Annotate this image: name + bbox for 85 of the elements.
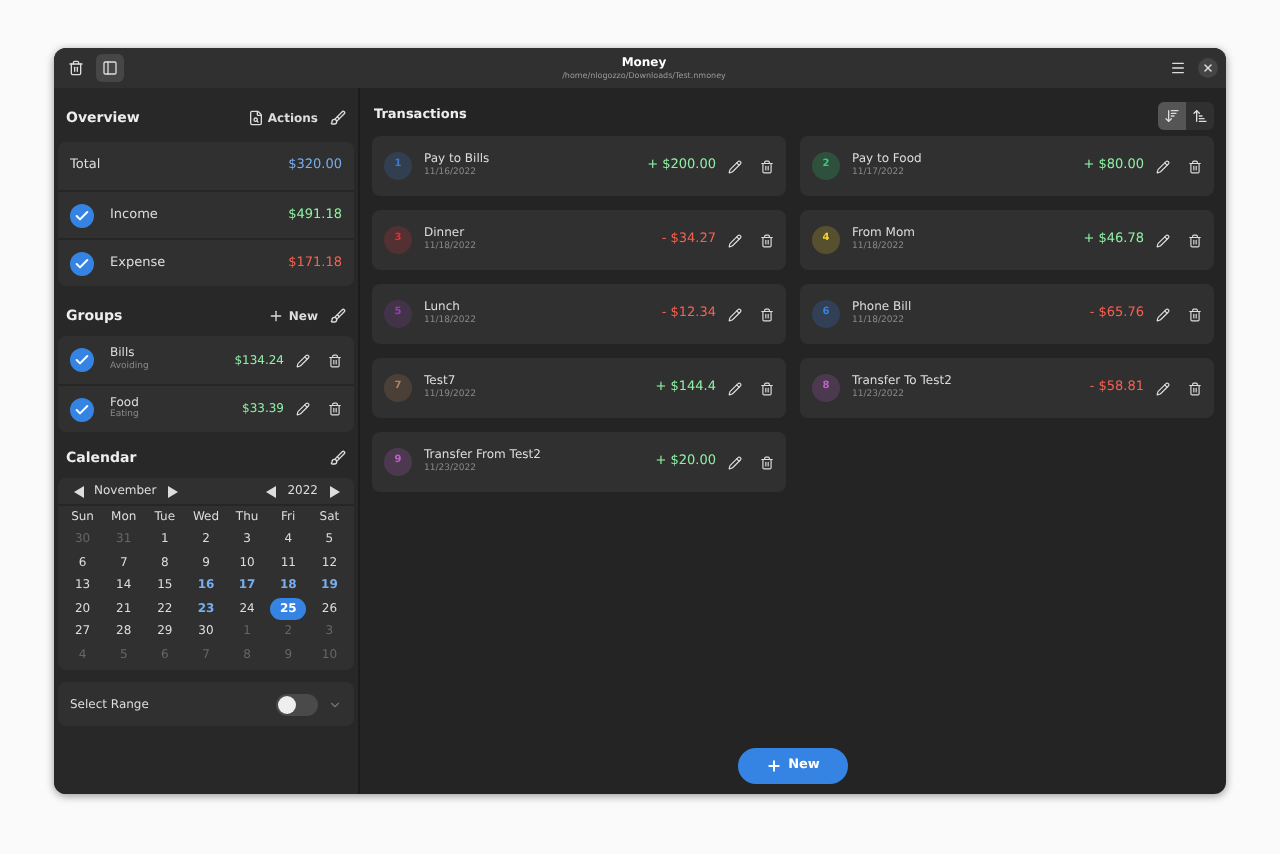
edit-button[interactable] — [728, 233, 742, 247]
close-icon — [1202, 62, 1214, 74]
pencil-icon — [728, 233, 742, 247]
checkbox[interactable] — [70, 203, 94, 227]
id-badge — [812, 374, 840, 402]
trash-icon — [1188, 381, 1202, 395]
previous-year-button[interactable] — [263, 483, 280, 499]
pencil-icon — [728, 455, 742, 469]
document-search-icon — [247, 110, 264, 126]
clear-button[interactable] — [330, 450, 346, 466]
delete-button[interactable] — [760, 307, 774, 321]
id-badge — [384, 152, 412, 180]
sidebar-toggle-button[interactable] — [96, 54, 124, 82]
edit-button[interactable] — [296, 353, 310, 367]
pencil-icon — [1156, 159, 1170, 173]
plus-icon — [766, 758, 783, 774]
checkbox[interactable] — [70, 397, 94, 421]
trash-icon — [328, 353, 342, 367]
trash-icon — [760, 307, 774, 321]
edit-button[interactable] — [1156, 159, 1170, 173]
next-month-button[interactable] — [164, 483, 181, 499]
pencil-icon — [1156, 233, 1170, 247]
close-button[interactable] — [1198, 58, 1218, 78]
trash-icon — [760, 159, 774, 173]
trash-icon — [68, 60, 84, 76]
previous-month-button[interactable] — [70, 483, 86, 499]
brush-icon — [330, 308, 346, 324]
delete-button[interactable] — [328, 402, 342, 416]
delete-button[interactable] — [1188, 233, 1202, 247]
edit-button[interactable] — [728, 381, 742, 395]
pencil-icon — [728, 159, 742, 173]
delete-button[interactable] — [328, 353, 342, 367]
clear-button[interactable] — [330, 110, 346, 126]
edit-button[interactable] — [728, 159, 742, 173]
delete-button[interactable] — [1188, 307, 1202, 321]
trash-icon — [1188, 307, 1202, 321]
trash-icon — [1188, 159, 1202, 173]
sort-ascending-icon — [1192, 108, 1208, 124]
edit-button[interactable] — [728, 455, 742, 469]
id-badge — [384, 226, 412, 254]
range-switch[interactable] — [276, 693, 318, 715]
menu-icon — [1170, 60, 1186, 76]
trash-icon — [1188, 233, 1202, 247]
delete-button[interactable] — [1188, 159, 1202, 173]
edit-button[interactable] — [1156, 381, 1170, 395]
trash-icon — [760, 455, 774, 469]
id-badge — [812, 300, 840, 328]
check-icon — [74, 352, 90, 368]
pencil-icon — [728, 381, 742, 395]
pencil-icon — [296, 402, 310, 416]
check-icon — [74, 207, 90, 223]
delete-button[interactable] — [760, 455, 774, 469]
sidebar-icon — [102, 60, 118, 76]
brush-icon — [330, 450, 346, 466]
edit-button[interactable] — [728, 307, 742, 321]
chevron-down-icon — [328, 697, 342, 711]
trash-icon — [760, 233, 774, 247]
brush-icon — [330, 110, 346, 126]
delete-button[interactable] — [1188, 381, 1202, 395]
sort-descending-icon — [1164, 108, 1180, 124]
delete-button[interactable] — [760, 159, 774, 173]
id-badge — [384, 448, 412, 476]
edit-button[interactable] — [1156, 233, 1170, 247]
trash-icon — [760, 381, 774, 395]
next-year-button[interactable] — [326, 483, 342, 499]
check-icon — [74, 401, 90, 417]
delete-button[interactable] — [760, 233, 774, 247]
id-badge — [384, 300, 412, 328]
check-icon — [74, 255, 90, 271]
id-badge — [384, 374, 412, 402]
edit-button[interactable] — [296, 402, 310, 416]
delete-button[interactable] — [760, 381, 774, 395]
checkbox[interactable] — [70, 348, 94, 372]
pencil-icon — [1156, 381, 1170, 395]
clear-button[interactable] — [330, 308, 346, 324]
id-badge — [812, 226, 840, 254]
plus-icon — [268, 308, 285, 324]
id-badge — [812, 152, 840, 180]
pencil-icon — [728, 307, 742, 321]
checkbox[interactable] — [70, 251, 94, 275]
trash-icon — [328, 402, 342, 416]
pencil-icon — [296, 353, 310, 367]
sort-button[interactable] — [1158, 102, 1186, 130]
edit-button[interactable] — [1156, 307, 1170, 321]
pencil-icon — [1156, 307, 1170, 321]
